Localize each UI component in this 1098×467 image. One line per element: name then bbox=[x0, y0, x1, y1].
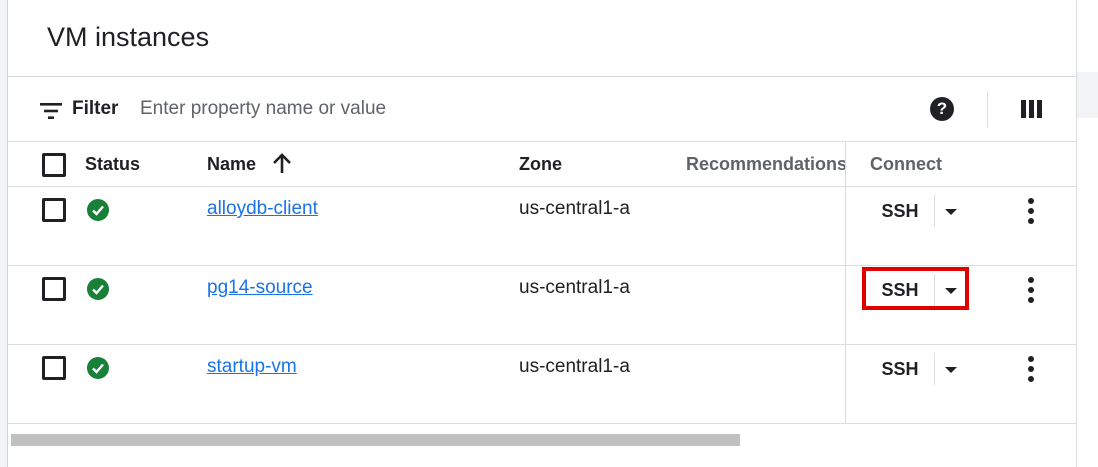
ssh-dropdown-icon[interactable] bbox=[939, 278, 963, 302]
ssh-separator bbox=[934, 195, 935, 227]
toolbar-divider bbox=[987, 91, 988, 127]
filter-input[interactable] bbox=[136, 93, 904, 125]
horizontal-scrollbar[interactable] bbox=[11, 434, 740, 446]
name-column-header[interactable]: Name bbox=[207, 154, 256, 175]
instance-name-link[interactable]: alloydb-client bbox=[207, 198, 318, 220]
filter-icon[interactable] bbox=[40, 103, 64, 119]
ssh-button[interactable]: SSH bbox=[870, 276, 930, 304]
ssh-separator bbox=[934, 353, 935, 385]
arrow-up-icon[interactable] bbox=[272, 152, 292, 174]
ssh-dropdown-icon[interactable] bbox=[939, 199, 963, 223]
check-circle-icon bbox=[87, 199, 109, 221]
left-gutter bbox=[0, 0, 7, 467]
row-checkbox[interactable] bbox=[42, 277, 66, 301]
right-strip bbox=[1077, 0, 1098, 467]
check-circle-icon bbox=[87, 357, 109, 379]
right-strip-block bbox=[1077, 72, 1098, 118]
help-icon[interactable]: ? bbox=[930, 97, 954, 121]
filter-label[interactable]: Filter bbox=[72, 98, 118, 120]
zone-column-header[interactable]: Zone bbox=[519, 154, 562, 175]
instance-zone: us-central1-a bbox=[519, 356, 630, 377]
row-checkbox[interactable] bbox=[42, 198, 66, 222]
row-checkbox[interactable] bbox=[42, 356, 66, 380]
status-column-header[interactable]: Status bbox=[85, 154, 140, 175]
column-display-icon[interactable] bbox=[1021, 100, 1043, 118]
table-header: Status Name Zone Recommendations Connect bbox=[8, 141, 1076, 187]
table-row: pg14-source us-central1-a SSH bbox=[8, 266, 1076, 345]
instance-name-link[interactable]: startup-vm bbox=[207, 356, 297, 378]
more-actions-icon[interactable] bbox=[1023, 274, 1039, 306]
ssh-dropdown-icon[interactable] bbox=[939, 357, 963, 381]
instance-name-link[interactable]: pg14-source bbox=[207, 277, 313, 299]
recommendations-column-header[interactable]: Recommendations bbox=[686, 154, 847, 175]
ssh-button[interactable]: SSH bbox=[870, 197, 930, 225]
table-row: startup-vm us-central1-a SSH bbox=[8, 345, 1076, 424]
instance-zone: us-central1-a bbox=[519, 198, 630, 219]
more-actions-icon[interactable] bbox=[1023, 195, 1039, 227]
vm-instances-panel: VM instances Filter ? Status Name Zone R… bbox=[8, 0, 1077, 467]
check-circle-icon bbox=[87, 278, 109, 300]
filter-bar: Filter ? bbox=[8, 76, 1076, 142]
ssh-button[interactable]: SSH bbox=[870, 355, 930, 383]
ssh-separator bbox=[934, 274, 935, 306]
select-all-checkbox[interactable] bbox=[42, 153, 66, 177]
instance-zone: us-central1-a bbox=[519, 277, 630, 298]
connect-column-header: Connect bbox=[870, 154, 942, 174]
table-row: alloydb-client us-central1-a SSH bbox=[8, 187, 1076, 266]
more-actions-icon[interactable] bbox=[1023, 353, 1039, 385]
page-title: VM instances bbox=[47, 22, 210, 52]
